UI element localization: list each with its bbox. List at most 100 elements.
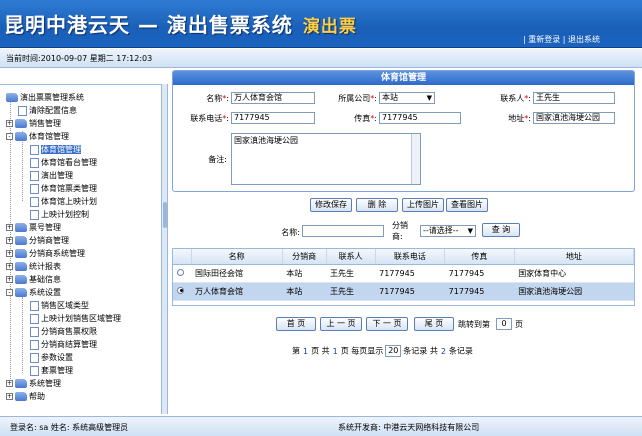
tree-item-dist-permission[interactable]: 分销商售票权限 <box>30 326 97 338</box>
company-select[interactable]: 本站 ▼ <box>379 92 435 104</box>
page-icon <box>30 170 39 181</box>
jump-label: 跳转到第 <box>458 320 490 329</box>
form-title: 体育馆管理 <box>173 71 634 85</box>
delete-button[interactable]: 删 除 <box>356 198 398 212</box>
save-button[interactable]: 修改保存 <box>310 198 352 212</box>
page-icon <box>30 144 39 155</box>
per-page-input[interactable]: 20 <box>385 345 402 357</box>
col-header: 传真 <box>444 249 515 265</box>
dropdown-arrow-icon: ▼ <box>426 94 432 102</box>
first-page-button[interactable]: 首 页 <box>276 317 316 331</box>
page-icon <box>30 352 39 363</box>
tree-item-ticket-type[interactable]: 体育馆票类管理 <box>30 183 97 195</box>
time-bar: 当前时间:2010-09-07 星期二 17:12:03 <box>0 49 642 68</box>
computer-icon <box>6 93 18 102</box>
sidebar-splitter[interactable] <box>162 84 168 414</box>
current-time: 当前时间:2010-09-07 星期二 17:12:03 <box>6 54 153 63</box>
expand-icon[interactable]: + <box>6 263 13 270</box>
venue-form-panel: 体育馆管理 名称*: 万人体育会馆 所属公司*: 本站 ▼ 联系人*: 王先生 联… <box>172 70 635 192</box>
phone-label: 联系电话*: <box>190 114 229 123</box>
last-page-button[interactable]: 尾 页 <box>414 317 454 331</box>
name-input[interactable]: 万人体育会馆 <box>231 92 315 104</box>
folder-icon <box>15 119 27 128</box>
expand-icon[interactable]: + <box>6 380 13 387</box>
folder-icon <box>15 249 27 258</box>
address-input[interactable]: 国家滇池海埂公园 <box>533 112 615 124</box>
search-dist-label: 分销商: <box>392 221 408 241</box>
expand-icon[interactable]: + <box>6 250 13 257</box>
tree-item-help[interactable]: + 帮助 <box>6 391 45 403</box>
folder-icon <box>15 392 27 401</box>
prev-page-button[interactable]: 上 一 页 <box>320 317 362 331</box>
total-records: 2 <box>440 346 446 356</box>
tree-item-schedule[interactable]: 体育馆上映计划 <box>30 196 97 208</box>
logo-text: 演出票 <box>302 17 357 37</box>
status-bar: 登录名: sa 姓名: 系统高级管理员 系统开发商: 中港云天网络科技有限公司 <box>0 416 642 436</box>
expand-icon[interactable]: + <box>6 120 13 127</box>
col-header: 地址 <box>514 249 635 265</box>
tree-item-sales[interactable]: + 销售管理 <box>6 118 61 130</box>
page-icon <box>30 365 39 376</box>
collapse-icon[interactable]: - <box>6 289 13 296</box>
tree-item-venue-manage[interactable]: 体育馆管理 <box>30 144 81 156</box>
tree-item-clear-config[interactable]: 清除配置信息 <box>18 105 77 117</box>
tree-item-package[interactable]: 套票管理 <box>30 365 73 377</box>
collapse-icon[interactable]: - <box>6 133 13 140</box>
folder-icon <box>15 379 27 388</box>
tree-item-ticket-number[interactable]: + 票号管理 <box>6 222 61 234</box>
venue-table: 名称 分销商 联系人 联系电话 传真 地址 国际田径会馆 本站 王先生 7177… <box>172 248 635 306</box>
tree-item-params[interactable]: 参数设置 <box>30 352 73 364</box>
query-button[interactable]: 查 询 <box>482 223 520 237</box>
folder-icon <box>15 223 27 232</box>
tree-item-sales-area-type[interactable]: 销售区域类型 <box>30 300 89 312</box>
search-name-input[interactable] <box>302 225 384 237</box>
main-content: 体育馆管理 名称*: 万人体育会馆 所属公司*: 本站 ▼ 联系人*: 王先生 联… <box>170 70 642 415</box>
table-row[interactable]: 万人体育会馆 本站 王先生 7177945 7177945 国家滇池海埂公园 <box>173 282 634 301</box>
page-icon <box>30 183 39 194</box>
tree-root[interactable]: 演出票票管理系统 <box>6 92 84 104</box>
textarea-scrollbar[interactable] <box>411 134 420 184</box>
relogin-link[interactable]: 重新登录 <box>528 35 560 44</box>
address-label: 地址*: <box>508 114 531 123</box>
table-row[interactable]: 国际田径会馆 本站 王先生 7177945 7177945 国家体育中心 <box>173 264 634 283</box>
tree-item-show-manage[interactable]: 演出管理 <box>30 170 73 182</box>
system-title: 昆明中港云天 — 演出售票系统 演出票 <box>4 9 357 38</box>
jump-page-input[interactable]: 0 <box>496 318 512 330</box>
tree-item-schedule-area[interactable]: 上映计划销售区域管理 <box>30 313 121 325</box>
tree-item-basic-info[interactable]: + 基础信息 <box>6 274 61 286</box>
view-image-button[interactable]: 查看图片 <box>446 198 488 212</box>
top-links: | 重新登录 | 退出系统 <box>523 34 600 45</box>
tree-item-system-manage[interactable]: + 系统管理 <box>6 378 61 390</box>
distributor-select[interactable]: --请选择-- ▼ <box>420 225 476 237</box>
jump-unit: 页 <box>515 320 523 329</box>
fax-input[interactable]: 7177945 <box>379 112 461 124</box>
tree-item-schedule-control[interactable]: 上映计划控制 <box>30 209 89 221</box>
tree-item-distributor[interactable]: + 分销商管理 <box>6 235 69 247</box>
row-radio[interactable] <box>177 268 184 276</box>
tree-item-reports[interactable]: + 统计报表 <box>6 261 61 273</box>
page-icon <box>30 313 39 324</box>
login-info: 登录名: sa 姓名: 系统高级管理员 <box>10 423 129 432</box>
col-header: 联系人 <box>326 249 376 265</box>
sidebar-tree: 演出票票管理系统 清除配置信息 + 销售管理 - 体育馆管理 体育馆管理 体育馆看台… <box>0 84 162 414</box>
remark-textarea[interactable]: 国家滇池海埂公园 <box>231 133 421 185</box>
next-page-button[interactable]: 下 一 页 <box>366 317 408 331</box>
tree-item-system-settings[interactable]: - 系统设置 <box>6 287 61 299</box>
folder-icon <box>15 262 27 271</box>
page-icon <box>30 157 39 168</box>
expand-icon[interactable]: + <box>6 393 13 400</box>
upload-image-button[interactable]: 上传图片 <box>402 198 444 212</box>
row-radio[interactable] <box>177 286 184 294</box>
logout-link[interactable]: 退出系统 <box>568 35 600 44</box>
tree-item-venue[interactable]: - 体育馆管理 <box>6 131 69 143</box>
contact-input[interactable]: 王先生 <box>533 92 615 104</box>
expand-icon[interactable]: + <box>6 276 13 283</box>
tree-item-dist-settlement[interactable]: 分销商结算管理 <box>30 339 97 351</box>
tree-item-distributor-system[interactable]: + 分销商系统管理 <box>6 248 85 260</box>
tree-item-stand-manage[interactable]: 体育馆看台管理 <box>30 157 97 169</box>
splitter-grip-icon <box>163 202 167 228</box>
col-header: 名称 <box>191 249 283 265</box>
expand-icon[interactable]: + <box>6 237 13 244</box>
phone-input[interactable]: 7177945 <box>231 112 315 124</box>
expand-icon[interactable]: + <box>6 224 13 231</box>
